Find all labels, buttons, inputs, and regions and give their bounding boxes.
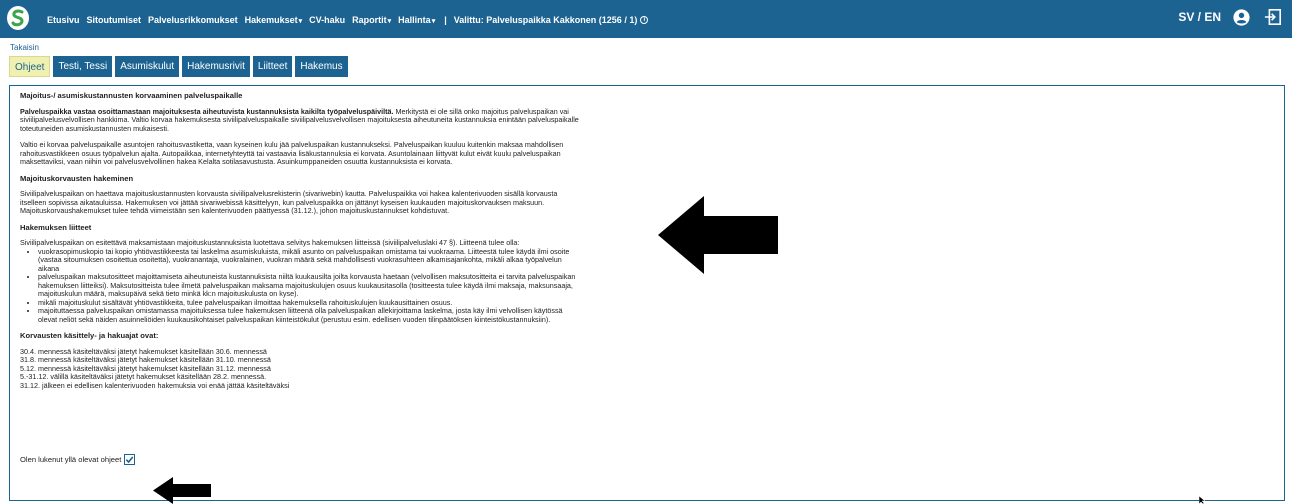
language-switch[interactable]: SV / EN bbox=[1178, 10, 1221, 24]
logout-icon[interactable] bbox=[1264, 8, 1282, 26]
mouse-pointer-icon bbox=[1199, 496, 1206, 504]
tab-liitteet[interactable]: Liitteet bbox=[252, 56, 293, 77]
nav-sitoutumiset[interactable]: Sitoutumiset bbox=[87, 15, 142, 25]
paragraph-not-compensated: Valtio ei korvaa palveluspaikalle asunto… bbox=[20, 140, 564, 166]
paragraph-responsibility: Palveluspaikka vastaa osoittamastaan maj… bbox=[20, 107, 580, 134]
tab-ohjeet[interactable]: Ohjeet bbox=[9, 56, 51, 77]
back-link[interactable]: Takaisin bbox=[10, 43, 39, 52]
attachments-list: vuokrasopimuskopio tai kopio yhtiövastik… bbox=[38, 247, 580, 325]
paragraph-applying: Siviilipalveluspaikan on haettava majoit… bbox=[20, 189, 558, 215]
nav-raportit-dropdown[interactable]: Raportit▾ bbox=[352, 15, 391, 25]
nav-palvelusrikkomukset[interactable]: Palvelusrikkomukset bbox=[148, 15, 238, 25]
user-account-icon[interactable] bbox=[1233, 8, 1250, 26]
tab-asumiskulut[interactable]: Asumiskulut bbox=[115, 56, 180, 77]
chevron-down-icon: ▾ bbox=[298, 18, 303, 25]
list-item: vuokrasopimuskopio tai kopio yhtiövastik… bbox=[38, 247, 580, 274]
list-item: palveluspaikan maksutositteet majoittami… bbox=[38, 272, 580, 299]
tab-hakemusrivit[interactable]: Hakemusrivit bbox=[182, 56, 250, 77]
nav-hallinta-dropdown[interactable]: Hallinta▾ bbox=[398, 15, 435, 25]
selected-service-place: Valittu: Palveluspaikka Kakkonen (1256 /… bbox=[453, 15, 638, 25]
nav-cv-haku[interactable]: CV-haku bbox=[309, 15, 345, 25]
chevron-down-icon: ▾ bbox=[431, 18, 436, 25]
tab-hakemus[interactable]: Hakemus bbox=[295, 56, 348, 77]
schedule-list: 30.4. mennessä käsiteltäväksi jätetyt ha… bbox=[20, 347, 580, 391]
info-icon[interactable]: i bbox=[640, 16, 649, 24]
acknowledge-row: Olen lukenut yllä olevat ohjeet bbox=[20, 454, 136, 465]
annotation-left-arrow-icon bbox=[658, 196, 778, 274]
tab-bar: Ohjeet Testi, Tessi Asumiskulut Hakemusr… bbox=[9, 56, 351, 77]
checkmark-icon bbox=[126, 456, 134, 464]
nav-separator: | bbox=[444, 15, 447, 25]
section-heading-schedule: Korvausten käsittely- ja hakuajat ovat: bbox=[20, 331, 159, 340]
schedule-line: 31.12. jälkeen ei edellisen kalenterivuo… bbox=[20, 380, 290, 390]
instructions-text: Majoitus-/ asumiskustannusten korvaamine… bbox=[20, 91, 580, 391]
chevron-down-icon: ▾ bbox=[387, 18, 392, 25]
nav-etusivu[interactable]: Etusivu bbox=[47, 15, 80, 25]
main-menu: Etusivu Sitoutumiset Palvelusrikkomukset… bbox=[47, 13, 649, 27]
section-heading-attachments: Hakemuksen liitteet bbox=[20, 222, 92, 232]
tab-testi-tessi[interactable]: Testi, Tessi bbox=[53, 56, 113, 77]
instructions-panel: Majoitus-/ asumiskustannusten korvaamine… bbox=[9, 85, 1285, 501]
acknowledge-label: Olen lukenut yllä olevat ohjeet bbox=[20, 455, 122, 464]
annotation-left-arrow-icon bbox=[153, 477, 211, 504]
section-heading-accommodation: Majoitus-/ asumiskustannusten korvaamine… bbox=[20, 91, 243, 100]
top-navigation-bar: Etusivu Sitoutumiset Palvelusrikkomukset… bbox=[0, 0, 1292, 38]
header-actions: SV / EN bbox=[1178, 8, 1282, 26]
nav-hakemukset-dropdown[interactable]: Hakemukset▾ bbox=[245, 15, 303, 25]
acknowledge-checkbox[interactable] bbox=[124, 454, 136, 465]
app-logo-icon[interactable] bbox=[6, 5, 30, 31]
list-item: majoituttaessa palveluspaikan omistamass… bbox=[38, 306, 580, 324]
section-heading-applying: Majoituskorvausten hakeminen bbox=[20, 173, 134, 183]
